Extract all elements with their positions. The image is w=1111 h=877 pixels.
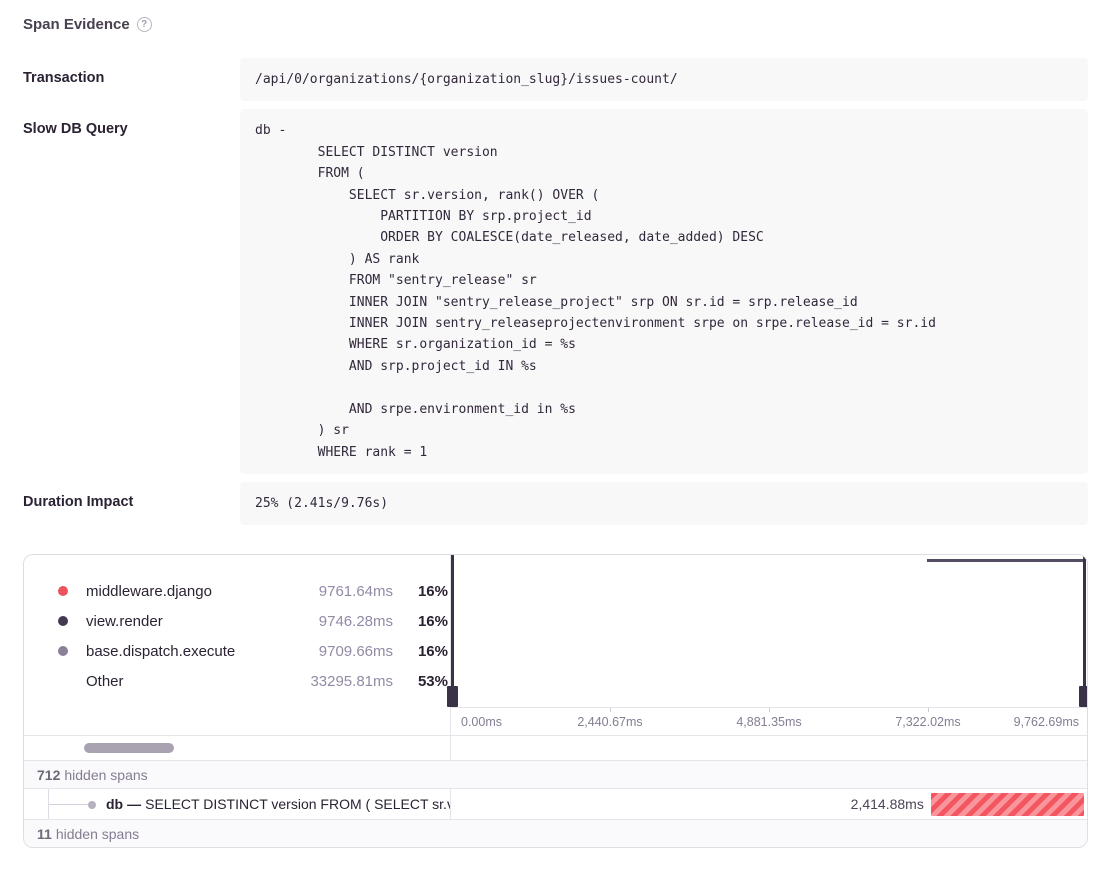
minimap-column: 0.00ms 2,440.67ms 4,881.35ms 7,322.02ms … — [451, 555, 1087, 760]
span-op: db — [106, 796, 123, 812]
page-title: Span Evidence ? — [23, 16, 1088, 33]
horizontal-scrollbar-thumb[interactable] — [84, 743, 174, 753]
op-color-dot-icon — [58, 646, 68, 656]
transaction-label: Transaction — [23, 58, 240, 101]
axis-tick — [928, 708, 929, 712]
axis-tick — [610, 708, 611, 712]
duration-impact-label: Duration Impact — [23, 482, 240, 525]
slow-span-hatched-bar[interactable] — [931, 793, 1084, 816]
op-color-dot-icon — [58, 616, 68, 626]
span-duration: 2,414.88ms — [851, 796, 924, 812]
db-span-row[interactable]: db—SELECT DISTINCT version FROM ( SELECT… — [24, 788, 1087, 819]
span-tree-panel: middleware.django 9761.64ms 16% view.ren… — [23, 554, 1088, 848]
span-description-cell: db—SELECT DISTINCT version FROM ( SELECT… — [24, 789, 451, 819]
legend-item-base-dispatch-execute[interactable]: base.dispatch.execute 9709.66ms 16% — [24, 636, 450, 666]
legend-column: middleware.django 9761.64ms 16% view.ren… — [24, 555, 451, 760]
axis-tick — [769, 708, 770, 712]
hidden-spans-row-below[interactable]: 11 hidden spans — [24, 819, 1087, 847]
span-minimap[interactable] — [451, 555, 1087, 707]
horizontal-scrollbar-track[interactable] — [24, 735, 450, 760]
hidden-spans-row-above[interactable]: 712 hidden spans — [24, 760, 1087, 788]
legend-item-other[interactable]: Other 33295.81ms 53% — [24, 666, 450, 696]
op-legend: middleware.django 9761.64ms 16% view.ren… — [24, 555, 450, 735]
slow-db-query-label: Slow DB Query — [23, 109, 240, 474]
slow-db-query-row: Slow DB Query db - SELECT DISTINCT versi… — [23, 109, 1088, 474]
legend-op-percent: 16% — [393, 583, 448, 600]
hidden-spans-label: hidden spans — [64, 767, 147, 783]
span-evidence-section: Span Evidence ? Transaction /api/0/organ… — [23, 0, 1088, 848]
transaction-value: /api/0/organizations/{organization_slug}… — [240, 58, 1088, 101]
legend-op-percent: 16% — [393, 643, 448, 660]
hidden-spans-count: 11 — [37, 826, 52, 842]
tree-node-dot-icon — [88, 801, 96, 809]
handle-stem — [451, 555, 454, 707]
legend-op-duration: 9746.28ms — [275, 613, 393, 630]
legend-op-name: view.render — [86, 613, 275, 630]
span-query-snippet: SELECT DISTINCT version FROM ( SELECT sr… — [145, 796, 451, 812]
duration-impact-value: 25% (2.41s/9.76s) — [240, 482, 1088, 525]
axis-label: 2,440.67ms — [577, 715, 642, 729]
legend-item-view-render[interactable]: view.render 9746.28ms 16% — [24, 606, 450, 636]
slow-db-query-value: db - SELECT DISTINCT version FROM ( SELE… — [240, 109, 1088, 474]
axis-label: 9,762.69ms — [1014, 715, 1079, 729]
tree-connector-line — [49, 804, 91, 805]
axis-label: 0.00ms — [461, 715, 502, 729]
legend-item-middleware-django[interactable]: middleware.django 9761.64ms 16% — [24, 576, 450, 606]
op-color-dot-icon — [58, 676, 68, 686]
legend-op-percent: 16% — [393, 613, 448, 630]
minimap-right-drag-handle[interactable] — [1079, 555, 1088, 707]
transaction-row: Transaction /api/0/organizations/{organi… — [23, 58, 1088, 101]
span-separator: — — [127, 796, 141, 812]
question-circle-icon[interactable]: ? — [137, 17, 152, 32]
axis-label: 4,881.35ms — [736, 715, 801, 729]
minimap-span-bar — [927, 559, 1086, 562]
page-title-text: Span Evidence — [23, 16, 130, 33]
legend-op-duration: 33295.81ms — [275, 673, 393, 690]
legend-op-percent: 53% — [393, 673, 448, 690]
legend-op-duration: 9761.64ms — [275, 583, 393, 600]
legend-op-name: base.dispatch.execute — [86, 643, 275, 660]
handle-grip — [1079, 686, 1088, 707]
hidden-spans-label: hidden spans — [56, 826, 139, 842]
handle-stem — [1083, 555, 1086, 707]
handle-grip — [447, 686, 458, 707]
span-tree-header: middleware.django 9761.64ms 16% view.ren… — [24, 555, 1087, 760]
span-bar-cell: 2,414.88ms — [451, 789, 1087, 819]
duration-impact-row: Duration Impact 25% (2.41s/9.76s) — [23, 482, 1088, 525]
minimap-footer-spacer — [451, 735, 1087, 760]
legend-op-duration: 9709.66ms — [275, 643, 393, 660]
minimap-left-drag-handle[interactable] — [447, 555, 458, 707]
legend-op-name: Other — [86, 673, 275, 690]
time-axis: 0.00ms 2,440.67ms 4,881.35ms 7,322.02ms … — [451, 707, 1087, 735]
op-color-dot-icon — [58, 586, 68, 596]
legend-op-name: middleware.django — [86, 583, 275, 600]
hidden-spans-count: 712 — [37, 767, 60, 783]
axis-label: 7,322.02ms — [895, 715, 960, 729]
